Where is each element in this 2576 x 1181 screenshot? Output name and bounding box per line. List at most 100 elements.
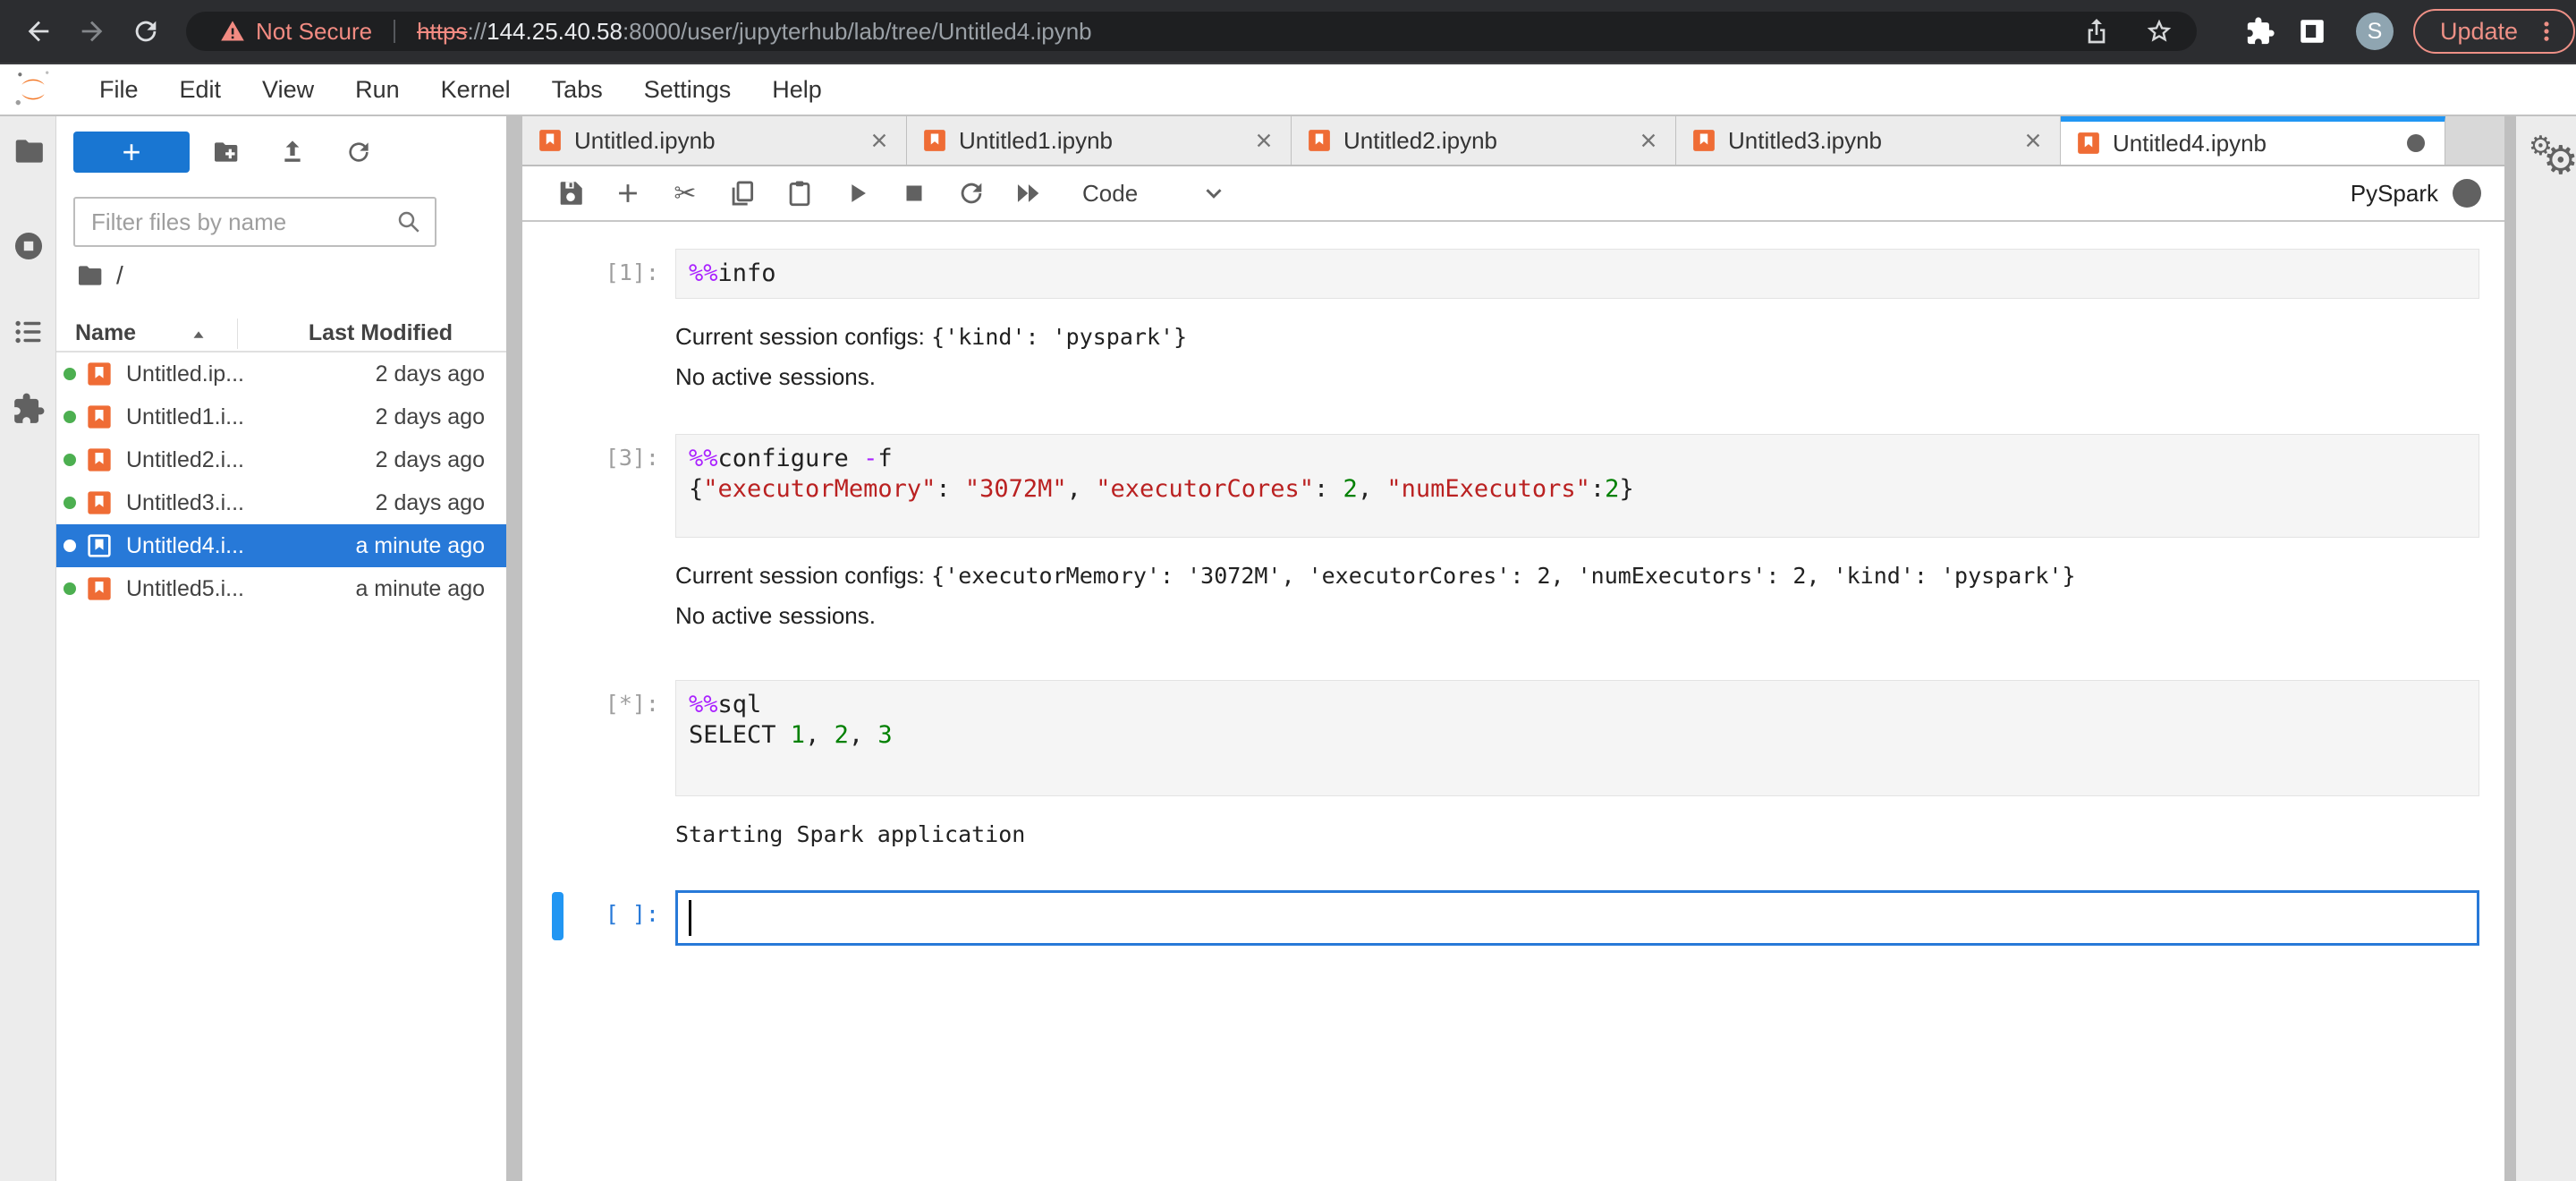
file-row[interactable]: Untitled4.i... a minute ago bbox=[56, 524, 506, 567]
code-token: %% bbox=[689, 445, 718, 472]
notebook-tab[interactable]: Untitled3.ipynb bbox=[1676, 116, 2061, 165]
menu-run[interactable]: Run bbox=[335, 76, 420, 104]
kernel-name-label[interactable]: PySpark bbox=[2351, 180, 2438, 208]
tab-close-icon[interactable] bbox=[1251, 128, 1276, 153]
output-line: Starting Spark application bbox=[675, 814, 2479, 854]
file-row[interactable]: Untitled3.i... 2 days ago bbox=[56, 481, 506, 524]
back-icon[interactable] bbox=[23, 16, 54, 47]
jupyter-logo bbox=[11, 69, 55, 110]
column-last-modified[interactable]: Last Modified bbox=[309, 320, 453, 346]
run-cell-icon[interactable] bbox=[842, 178, 872, 208]
cell-code-editor[interactable] bbox=[675, 890, 2479, 946]
cell-gap bbox=[522, 878, 2504, 890]
restart-kernel-icon[interactable] bbox=[956, 178, 987, 208]
panel-splitter[interactable] bbox=[506, 116, 522, 1181]
notebook-file-icon bbox=[85, 403, 114, 431]
file-row[interactable]: Untitled.ip... 2 days ago bbox=[56, 353, 506, 395]
home-folder-icon[interactable] bbox=[75, 261, 104, 290]
running-status-dot bbox=[64, 582, 76, 595]
extension-manager-icon[interactable] bbox=[12, 392, 46, 426]
update-button[interactable]: Update bbox=[2413, 9, 2576, 54]
cell-gap bbox=[522, 420, 2504, 434]
code-cell[interactable]: [*]: %%sql SELECT 1, 2, 3 bbox=[522, 680, 2504, 796]
cell-type-dropdown[interactable]: Code bbox=[1082, 180, 1227, 208]
code-token: SELECT bbox=[689, 721, 791, 749]
running-status-dot bbox=[64, 411, 76, 423]
cell-code-editor[interactable]: %%sql SELECT 1, 2, 3 bbox=[675, 680, 2479, 796]
add-cell-icon[interactable] bbox=[613, 178, 643, 208]
right-scroll-strip[interactable] bbox=[2504, 116, 2516, 1181]
file-name: Untitled3.i... bbox=[126, 489, 245, 515]
notebook-tab[interactable]: Untitled1.ipynb bbox=[907, 116, 1292, 165]
filter-files-input[interactable]: Filter files by name bbox=[73, 197, 436, 247]
file-row[interactable]: Untitled2.i... 2 days ago bbox=[56, 438, 506, 481]
cell-code-editor[interactable]: %%configure -f {"executorMemory": "3072M"… bbox=[675, 434, 2479, 538]
menu-edit[interactable]: Edit bbox=[159, 76, 242, 104]
output-line: No active sessions. bbox=[675, 357, 2479, 396]
tab-close-icon[interactable] bbox=[867, 128, 892, 153]
forward-icon[interactable] bbox=[77, 16, 107, 47]
running-kernels-icon[interactable] bbox=[12, 229, 46, 263]
tab-label: Untitled2.ipynb bbox=[1343, 126, 1497, 154]
tab-close-icon[interactable] bbox=[1636, 128, 1661, 153]
sort-ascending-icon[interactable] bbox=[189, 326, 208, 345]
execution-count-prompt: [*]: bbox=[605, 691, 659, 717]
save-icon[interactable] bbox=[555, 178, 586, 208]
tab-close-icon[interactable] bbox=[2021, 128, 2046, 153]
file-row[interactable]: Untitled5.i... a minute ago bbox=[56, 567, 506, 610]
paste-cells-icon[interactable] bbox=[784, 178, 815, 208]
notebook-file-icon bbox=[537, 127, 564, 154]
file-browser-tab-folder-icon[interactable] bbox=[12, 134, 46, 168]
notebook-file-icon bbox=[2075, 130, 2102, 157]
reload-icon[interactable] bbox=[131, 16, 161, 47]
menu-file[interactable]: File bbox=[79, 76, 159, 104]
file-modified-time: 2 days ago bbox=[375, 361, 485, 387]
profile-avatar[interactable]: S bbox=[2356, 13, 2394, 50]
more-menu-icon[interactable] bbox=[2534, 19, 2559, 44]
side-panel-icon[interactable] bbox=[2297, 16, 2327, 47]
copy-cells-icon[interactable] bbox=[727, 178, 758, 208]
tab-label: Untitled1.ipynb bbox=[959, 126, 1113, 154]
notebook-file-icon bbox=[85, 531, 114, 560]
code-token: f bbox=[877, 445, 893, 472]
share-icon[interactable] bbox=[2082, 17, 2111, 46]
breadcrumb[interactable]: / bbox=[75, 261, 123, 290]
menu-settings[interactable]: Settings bbox=[623, 76, 752, 104]
update-label: Update bbox=[2440, 17, 2519, 45]
address-bar[interactable]: Not Secure https :// 144.25.40.58 :8000/… bbox=[186, 12, 2197, 51]
interrupt-kernel-icon[interactable] bbox=[899, 178, 929, 208]
extensions-puzzle-icon[interactable] bbox=[2245, 16, 2275, 47]
menu-view[interactable]: View bbox=[242, 76, 335, 104]
file-row[interactable]: Untitled1.i... 2 days ago bbox=[56, 395, 506, 438]
table-of-contents-icon[interactable] bbox=[12, 315, 46, 349]
code-cell[interactable]: [1]: %%info bbox=[522, 249, 2504, 299]
menu-kernel[interactable]: Kernel bbox=[420, 76, 531, 104]
search-icon bbox=[395, 208, 422, 235]
cell-code-editor[interactable]: %%info bbox=[675, 249, 2479, 299]
menu-help[interactable]: Help bbox=[751, 76, 843, 104]
refresh-icon[interactable] bbox=[344, 138, 373, 166]
new-launcher-button[interactable]: + bbox=[73, 132, 190, 173]
code-token: "executorCores" bbox=[1096, 475, 1315, 503]
code-cell[interactable]: [ ]: bbox=[522, 890, 2504, 946]
upload-icon[interactable] bbox=[278, 138, 307, 166]
omnibox-divider bbox=[394, 20, 396, 43]
cell-type-label: Code bbox=[1082, 179, 1139, 207]
new-folder-icon[interactable] bbox=[211, 138, 240, 166]
code-cell[interactable]: [3]: %%configure -f {"executorMemory": "30… bbox=[522, 434, 2504, 538]
column-name[interactable]: Name bbox=[75, 320, 136, 346]
active-cell-collapser-bar[interactable] bbox=[552, 892, 564, 940]
code-token: : bbox=[936, 475, 965, 503]
menu-tabs[interactable]: Tabs bbox=[531, 76, 623, 104]
code-token: 2 bbox=[1343, 475, 1358, 503]
url-scheme: https bbox=[417, 17, 468, 45]
notebook-tab[interactable]: Untitled2.ipynb bbox=[1292, 116, 1676, 165]
notebook-tab[interactable]: Untitled.ipynb bbox=[522, 116, 907, 165]
running-status-dot bbox=[64, 368, 76, 380]
restart-run-all-icon[interactable] bbox=[1013, 178, 1044, 208]
bookmark-star-icon[interactable] bbox=[2145, 17, 2174, 46]
cut-cells-icon[interactable]: ✂ bbox=[670, 178, 700, 209]
unsaved-changes-dot[interactable] bbox=[2407, 134, 2425, 152]
notebook-tab[interactable]: Untitled4.ipynb bbox=[2061, 116, 2445, 165]
notebook-file-icon bbox=[85, 574, 114, 603]
